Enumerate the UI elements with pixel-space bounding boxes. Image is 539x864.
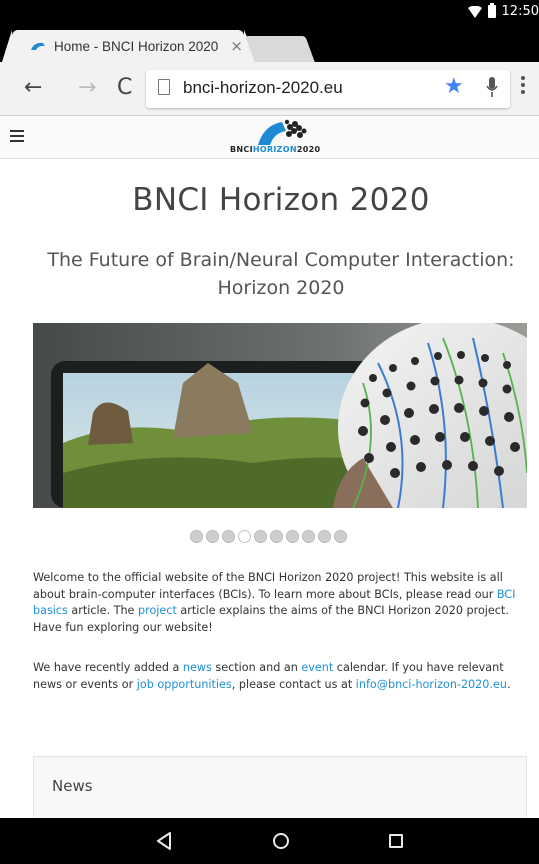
system-nav-bar <box>0 818 539 864</box>
nav-recents-icon[interactable] <box>389 834 403 848</box>
close-icon[interactable]: × <box>230 37 243 55</box>
wifi-icon <box>467 5 482 18</box>
new-tab-button[interactable] <box>245 36 315 62</box>
carousel-dot[interactable] <box>238 530 251 543</box>
nav-home-icon[interactable] <box>273 833 289 849</box>
status-bar: 12:50 <box>0 0 539 26</box>
bnci-favicon-icon <box>31 42 45 50</box>
site-header: BNCIHORIZON2020 <box>0 117 539 159</box>
carousel-dot[interactable] <box>270 530 283 543</box>
battery-icon <box>487 3 496 18</box>
back-arrow-icon[interactable]: ← <box>24 76 42 100</box>
bookmark-star-icon[interactable]: ★ <box>444 74 464 99</box>
news-panel: News <box>33 756 527 826</box>
menu-icon[interactable] <box>520 76 526 100</box>
carousel-indicators <box>190 530 347 544</box>
url-text[interactable]: bnci-horizon-2020.eu <box>183 78 343 98</box>
tab-title: Home - BNCI Horizon 2020 <box>54 38 219 54</box>
status-icons: 12:50 <box>467 3 539 19</box>
page-title: BNCI Horizon 2020 <box>132 182 430 218</box>
carousel-dot[interactable] <box>286 530 299 543</box>
carousel-dot[interactable] <box>334 530 347 543</box>
clock: 12:50 <box>501 4 539 19</box>
page-icon <box>158 79 170 95</box>
news-link[interactable]: news <box>183 661 212 674</box>
project-link[interactable]: project <box>138 604 177 617</box>
forward-arrow-icon[interactable]: → <box>78 76 96 100</box>
address-bar[interactable]: bnci-horizon-2020.eu ★ <box>146 70 510 108</box>
tab-strip: Home - BNCI Horizon 2020 × <box>0 26 539 62</box>
logo-graphic <box>258 119 307 145</box>
news-paragraph: We have recently added a news section an… <box>33 661 511 691</box>
page-subtitle: The Future of Brain/Neural Computer Inte… <box>47 249 515 299</box>
microphone-icon[interactable] <box>486 77 498 99</box>
carousel-dot[interactable] <box>222 530 235 543</box>
intro-paragraph: Welcome to the official website of the B… <box>33 571 516 634</box>
carousel-dot[interactable] <box>254 530 267 543</box>
hero-image <box>33 323 527 508</box>
news-heading: News <box>52 777 93 795</box>
carousel-dot[interactable] <box>318 530 331 543</box>
hamburger-menu-icon[interactable] <box>10 130 24 142</box>
event-link[interactable]: event <box>301 661 333 674</box>
carousel-dot[interactable] <box>302 530 315 543</box>
site-logo[interactable]: BNCIHORIZON2020 <box>230 119 330 157</box>
tab-home[interactable]: Home - BNCI Horizon 2020 × <box>2 30 258 62</box>
carousel-dot[interactable] <box>206 530 219 543</box>
nav-back-icon[interactable] <box>156 832 172 850</box>
logo-text: BNCIHORIZON2020 <box>230 145 321 154</box>
job-opportunities-link[interactable]: job opportunities <box>137 678 232 691</box>
reload-icon[interactable]: C <box>117 76 132 100</box>
email-link[interactable]: info@bnci-horizon-2020.eu <box>356 678 507 691</box>
carousel-dot[interactable] <box>190 530 203 543</box>
browser-toolbar: ← → C bnci-horizon-2020.eu ★ <box>0 62 539 116</box>
